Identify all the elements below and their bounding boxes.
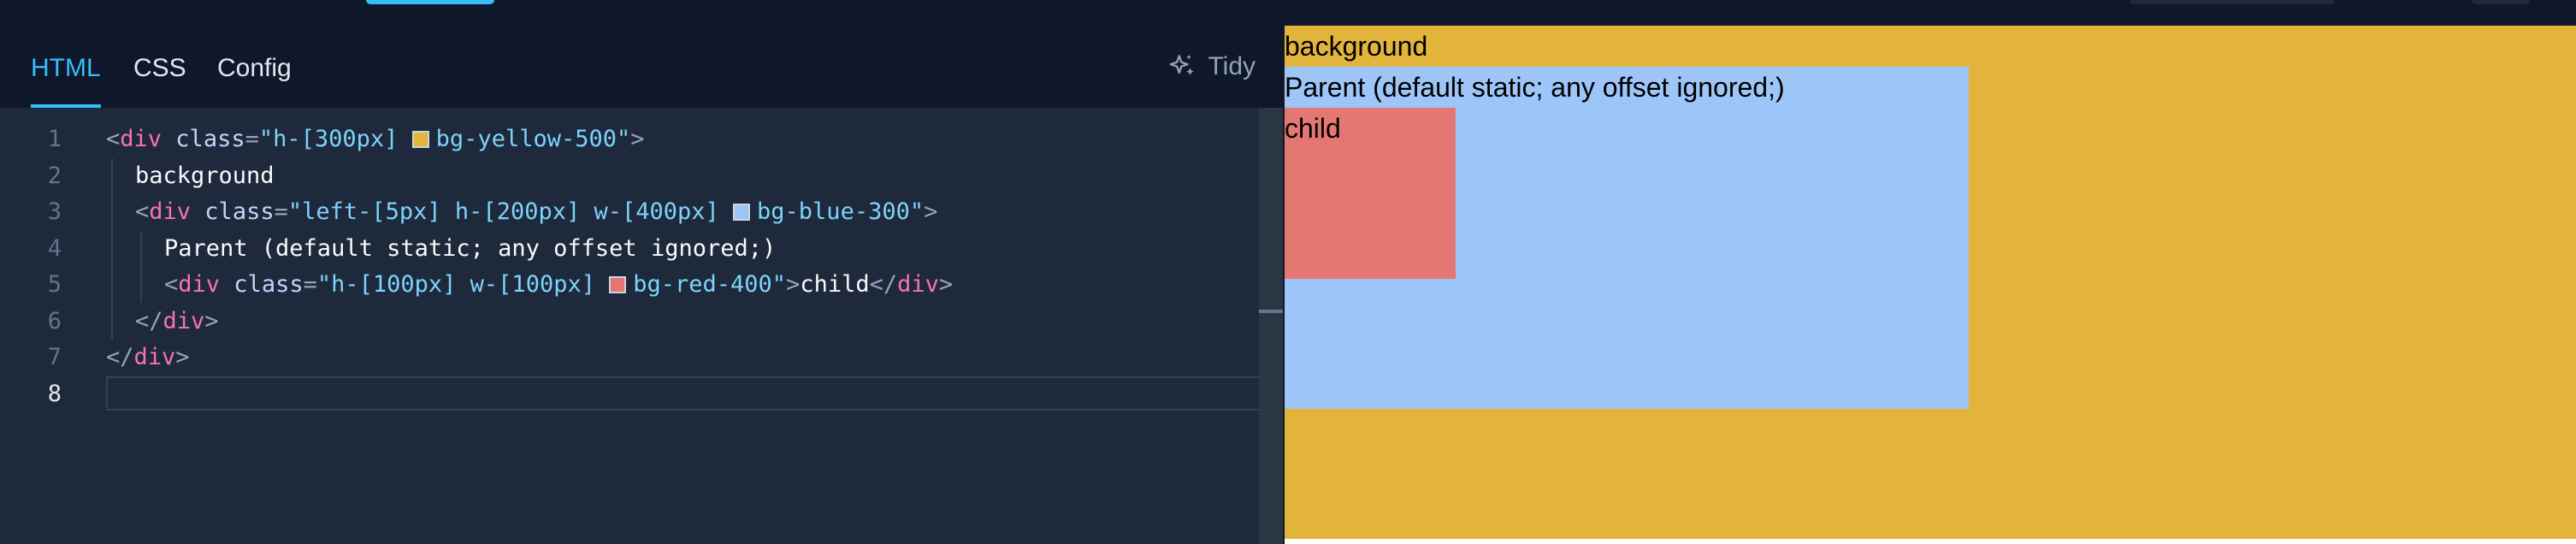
code-token: > [175, 344, 190, 370]
color-swatch[interactable] [609, 276, 627, 293]
preview-background-box: background Parent (default static; any o… [1285, 26, 2576, 539]
preview-background-text: background [1285, 31, 1428, 62]
code-token: class [191, 198, 275, 225]
code-line[interactable]: 5 <div class="h-[100px] w-[100px] bg-red-… [0, 267, 1283, 303]
indent-guide [111, 267, 113, 303]
code-token: background [135, 162, 275, 189]
code-text: Parent (default static; any offset ignor… [164, 231, 776, 267]
code-text: <div class="h-[300px] bg-yellow-500"> [106, 121, 645, 157]
code-token: Parent (default static; any offset ignor… [164, 234, 777, 262]
code-editor[interactable]: 1 <div class="h-[300px] bg-yellow-500"> 2 b… [0, 108, 1283, 544]
code-text: background [135, 158, 275, 194]
preview-parent-text: Parent (default static; any offset ignor… [1285, 72, 1785, 103]
code-token: = [245, 126, 259, 152]
line-number: 8 [47, 380, 62, 407]
tab-config[interactable]: Config [217, 26, 292, 108]
code-token: </ [106, 344, 134, 370]
editor-scrollbar[interactable] [1259, 108, 1283, 544]
code-line[interactable]: 2 background [0, 157, 1283, 194]
code-token: div [178, 271, 221, 298]
code-token: div [897, 271, 939, 298]
indent-guide [140, 230, 142, 267]
editor-tabs-bar: HTML CSS Config Tidy [0, 26, 1283, 108]
code-line[interactable]: 7 </div> [0, 340, 1283, 375]
indent-guide [111, 194, 113, 230]
preview-child-text: child [1285, 113, 1341, 144]
preview-pane: background Parent (default static; any o… [1285, 26, 2576, 544]
code-line[interactable]: 4 Parent (default static; any offset igno… [0, 230, 1283, 267]
tidy-label: Tidy [1208, 52, 1256, 80]
line-number: 6 [47, 307, 62, 334]
code-token: > [924, 198, 938, 225]
code-token: div [149, 198, 192, 225]
top-bar [0, 0, 2576, 26]
code-token: div [120, 126, 162, 152]
code-token: "left-[5px] h-[200px] w-[400px] [287, 198, 734, 225]
tab-css[interactable]: CSS [133, 26, 186, 108]
line-number: 3 [47, 198, 62, 225]
code-line[interactable]: 6 </div> [0, 303, 1283, 340]
color-swatch[interactable] [411, 131, 429, 148]
color-swatch[interactable] [733, 204, 751, 221]
code-token: = [274, 198, 288, 225]
tab-html[interactable]: HTML [31, 26, 101, 108]
code-token: bg-yellow-500" [435, 126, 631, 152]
indent-guide [111, 157, 113, 194]
code-token: child [800, 271, 870, 298]
code-text: </div> [106, 340, 190, 375]
editor-pane: HTML CSS Config Tidy 1 <div class="h-[300… [0, 26, 1283, 544]
scrollbar-marker[interactable] [1259, 310, 1283, 313]
code-token: class [220, 271, 304, 298]
top-active-button[interactable] [366, 0, 494, 4]
code-token: class [162, 126, 245, 152]
code-token: < [164, 271, 179, 298]
code-token: > [630, 126, 645, 152]
code-token: </ [135, 307, 163, 334]
sparkles-icon [1170, 54, 1195, 75]
code-token: bg-red-400" [633, 271, 787, 298]
indent-guide [111, 303, 113, 340]
code-token: div [133, 344, 176, 370]
code-token: > [204, 307, 219, 334]
line-number: 2 [47, 162, 62, 189]
code-token: < [135, 198, 150, 225]
tidy-button[interactable]: Tidy [1168, 46, 1256, 87]
code-token: </ [869, 271, 898, 298]
indent-guide [111, 230, 113, 267]
top-search-field[interactable] [2130, 0, 2335, 4]
code-line[interactable]: 3 <div class="left-[5px] h-[200px] w-[400… [0, 194, 1283, 230]
code-text: <div class="left-[5px] h-[200px] w-[400p… [135, 194, 937, 230]
preview-parent-box: Parent (default static; any offset ignor… [1285, 67, 1969, 409]
line-number: 4 [47, 234, 62, 262]
line-number: 1 [47, 126, 62, 152]
code-token: bg-blue-300" [757, 198, 925, 225]
top-icon-button[interactable] [2472, 0, 2530, 4]
line-number: 7 [47, 344, 62, 370]
code-text: <div class="h-[100px] w-[100px] bg-red-4… [164, 267, 953, 303]
indent-guide [140, 267, 142, 303]
code-token: > [786, 271, 801, 298]
code-token: < [106, 126, 121, 152]
code-token: "h-[300px] [258, 126, 412, 152]
code-token: = [303, 271, 317, 298]
preview-child-box: child [1285, 108, 1456, 279]
code-line[interactable]: 8 [0, 375, 1283, 412]
current-line-highlight [106, 375, 1279, 411]
line-number: 5 [47, 271, 62, 298]
code-text: </div> [135, 304, 219, 340]
code-token: div [162, 307, 205, 334]
code-token: > [938, 271, 954, 298]
code-token: "h-[100px] w-[100px] [316, 271, 610, 298]
code-line[interactable]: 1 <div class="h-[300px] bg-yellow-500"> [0, 121, 1283, 157]
